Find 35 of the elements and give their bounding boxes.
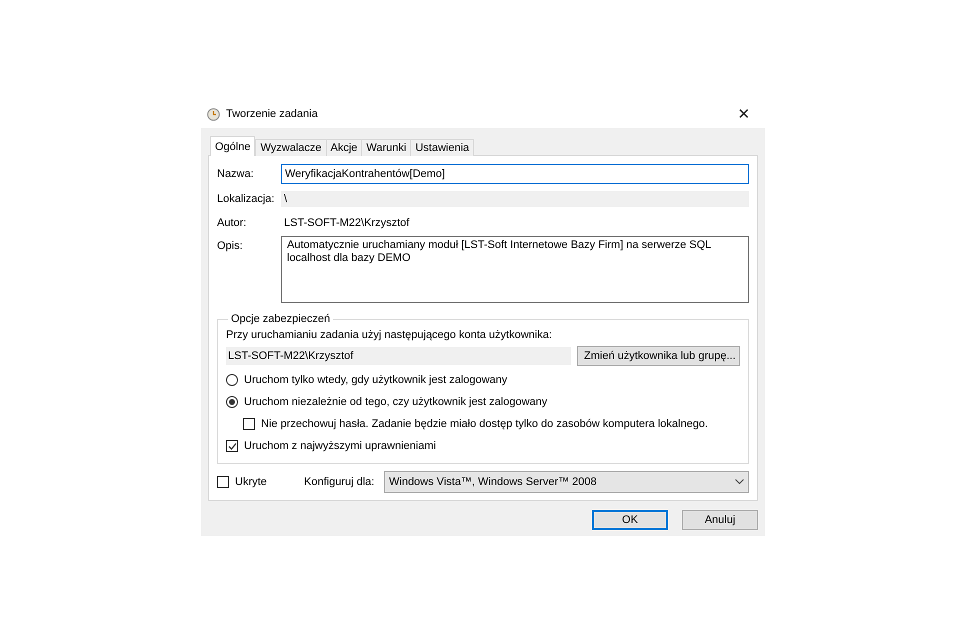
field-label: Lokalizacja: xyxy=(217,193,276,205)
radio-button[interactable] xyxy=(226,396,238,408)
checkbox[interactable] xyxy=(243,418,255,430)
clock-icon xyxy=(207,108,220,120)
dialog-button[interactable]: Anuluj xyxy=(682,510,758,530)
window-title: Tworzenie zadania xyxy=(226,108,319,120)
checkbox[interactable] xyxy=(226,440,238,452)
close-button[interactable]: ✕ xyxy=(729,101,759,127)
location-field: \ xyxy=(281,191,749,207)
option-label: Uruchom z najwyższymi uprawnieniami xyxy=(244,440,436,452)
tab[interactable]: Ogólne xyxy=(210,136,256,156)
description-field[interactable]: Automatycznie uruchamiany moduł [LST-Soft Internetowe Bazy Firm] na serwerze SQL localhost dla bazy DEMO xyxy=(281,236,749,303)
option-label: Ukryte xyxy=(235,476,267,488)
option-label: Nie przechowuj hasła. Zadanie będzie miało dostęp tylko do zasobów komputera lokalnego. xyxy=(261,418,708,430)
change-user-button[interactable]: Zmień użytkownika lub grupę... xyxy=(577,346,740,366)
tab[interactable]: Wyzwalacze xyxy=(255,139,327,156)
field-label: Autor: xyxy=(217,217,248,229)
tab[interactable]: Akcje xyxy=(326,139,362,156)
name-field[interactable]: WeryfikacjaKontrahentów[Demo] xyxy=(281,164,749,184)
field-label: Opis: xyxy=(217,239,244,252)
account-prompt: Przy uruchamianiu zadania użyj następującego konta użytkownika: xyxy=(226,329,553,343)
tab[interactable]: Warunki xyxy=(361,139,412,156)
option-label: Uruchom tylko wtedy, gdy użytkownik jest zalogowany xyxy=(244,374,508,386)
account-field: LST-SOFT-M22\Krzysztof xyxy=(226,347,571,365)
field-label: Nazwa: xyxy=(217,168,255,180)
checkbox[interactable] xyxy=(217,476,229,488)
field-label: Konfiguruj dla: xyxy=(304,476,376,488)
option-label: Uruchom niezależnie od tego, czy użytkownik jest zalogowany xyxy=(244,396,548,408)
author-value: LST-SOFT-M22\Krzysztof xyxy=(283,217,410,229)
tab[interactable]: Ustawienia xyxy=(410,139,474,156)
group-title: Opcje zabezpieczeń xyxy=(230,313,332,325)
configure-dropdown[interactable]: Windows Vista™, Windows Server™ 2008 xyxy=(384,471,749,493)
dialog-button[interactable]: OK xyxy=(592,510,668,530)
radio-button[interactable] xyxy=(226,374,238,386)
chevron-down-icon xyxy=(735,479,744,485)
